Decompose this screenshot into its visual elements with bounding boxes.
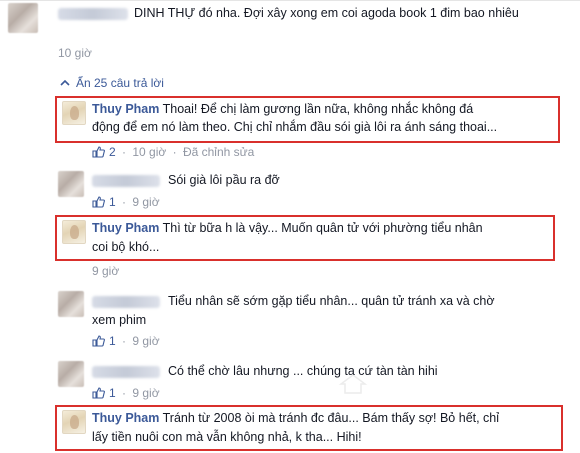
separator: ·: [122, 386, 127, 400]
reply-timestamp[interactable]: 9 giờ: [132, 195, 159, 209]
reply-text-line: Thoai! Để chị làm gương lần nữa, không n…: [162, 102, 474, 116]
reply-timestamp[interactable]: 9 giờ: [132, 334, 159, 348]
like-count[interactable]: 1: [109, 334, 116, 348]
top-divider: [0, 0, 580, 1]
avatar[interactable]: [62, 220, 86, 244]
separator: ·: [122, 195, 127, 209]
comment-timestamp[interactable]: 10 giờ: [58, 46, 92, 60]
thumbs-up-icon[interactable]: [92, 335, 105, 347]
like-count[interactable]: 1: [109, 386, 116, 400]
avatar[interactable]: [58, 361, 84, 387]
avatar[interactable]: [62, 101, 86, 125]
author-name-link[interactable]: Thuy Pham: [92, 411, 159, 425]
edited-label[interactable]: Đã chỉnh sửa: [183, 145, 254, 159]
avatar[interactable]: [58, 291, 84, 317]
chevron-up-icon: [60, 79, 70, 86]
commenter-name[interactable]: [92, 296, 160, 308]
reply-text: Sói già lôi pầu ra đỡ: [168, 173, 280, 187]
thumbs-up-icon[interactable]: [92, 146, 105, 158]
hide-replies-toggle[interactable]: Ẩn 25 câu trả lời: [60, 76, 164, 90]
reply-meta: 1 · 9 giờ: [92, 195, 160, 209]
reply-text-line-2: động để em nó làm theo. Chị chỉ nhắm đầu…: [92, 120, 498, 134]
commenter-name[interactable]: [58, 8, 128, 20]
separator: ·: [172, 145, 177, 159]
reply-text: Thuy Pham Thoai! Để chị làm gương lần nữ…: [92, 101, 552, 118]
commenter-name[interactable]: [92, 175, 160, 187]
avatar[interactable]: [8, 3, 38, 33]
reply-text-line-2: lấy tiền nuôi con mà vẫn không nhả, k th…: [92, 430, 362, 444]
like-count[interactable]: 2: [109, 145, 116, 159]
reply-text: Có thể chờ lâu nhưng ... chúng ta cứ tàn…: [168, 364, 438, 378]
reply-text: Thuy Pham Thì từ bữa h là vậy... Muốn qu…: [92, 220, 552, 237]
reply-text-line: Tránh từ 2008 òi mà tránh đc đâu... Bám …: [162, 411, 500, 425]
author-name-link[interactable]: Thuy Pham: [92, 102, 159, 116]
like-count[interactable]: 1: [109, 195, 116, 209]
reply-timestamp[interactable]: 9 giờ: [132, 386, 159, 400]
separator: ·: [122, 334, 127, 348]
reply-timestamp[interactable]: 10 giờ: [132, 145, 166, 159]
thumbs-up-icon[interactable]: [92, 387, 105, 399]
reply-meta: 1 · 9 giờ: [92, 334, 160, 348]
commenter-name[interactable]: [92, 366, 160, 378]
reply-text-line-2: xem phim: [92, 313, 147, 327]
reply-text: Tiểu nhân sẽ sớm gặp tiểu nhân... quân t…: [168, 294, 495, 308]
hide-replies-label: Ẩn 25 câu trả lời: [76, 76, 164, 90]
comment-text: DINH THỰ đó nha. Đợi xây xong em coi ago…: [134, 6, 519, 20]
separator: ·: [122, 145, 127, 159]
author-name-link[interactable]: Thuy Pham: [92, 221, 159, 235]
reply-text-line-2: coi bộ khó...: [92, 240, 160, 254]
reply-meta: 2 · 10 giờ · Đã chỉnh sửa: [92, 145, 254, 159]
thumbs-up-icon[interactable]: [92, 196, 105, 208]
reply-text-line: Thì từ bữa h là vậy... Muốn quân tử với …: [162, 221, 483, 235]
reply-timestamp[interactable]: 9 giờ: [92, 264, 119, 278]
avatar[interactable]: [58, 171, 84, 197]
reply-meta: 1 · 9 giờ: [92, 386, 160, 400]
avatar[interactable]: [62, 410, 86, 434]
reply-text: Thuy Pham Tránh từ 2008 òi mà tránh đc đ…: [92, 410, 562, 427]
watermark-logo-icon: [338, 374, 368, 394]
